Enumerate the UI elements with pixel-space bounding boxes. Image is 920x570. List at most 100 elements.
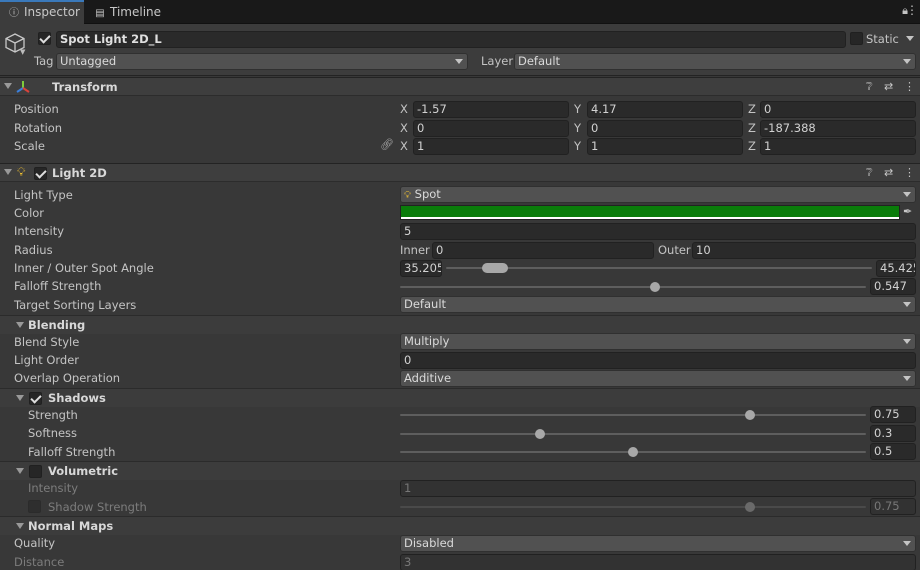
light2d-enabled-checkbox[interactable] <box>34 167 47 180</box>
volumetric-title: Volumetric <box>48 464 119 478</box>
axis-x-label[interactable]: X <box>400 102 408 116</box>
intensity-label: Intensity <box>14 224 65 238</box>
axis-y-label[interactable]: Y <box>574 102 581 116</box>
gameobject-header: ▼ Spot Light 2D_L Static Tag Untagged La… <box>0 24 920 76</box>
target-sorting-layers-dropdown[interactable]: Default <box>400 296 916 313</box>
gameobject-name-field[interactable]: Spot Light 2D_L <box>56 31 846 48</box>
tag-value: Untagged <box>60 54 117 68</box>
tag-label: Tag <box>34 54 54 68</box>
layer-dropdown[interactable]: Default <box>514 53 916 70</box>
light-order-field[interactable]: 0 <box>400 352 916 369</box>
overlap-operation-label: Overlap Operation <box>14 371 121 385</box>
volumetric-enabled-checkbox[interactable] <box>29 465 42 478</box>
axis-z-label[interactable]: Z <box>748 121 756 135</box>
rotation-y-field[interactable]: 0 <box>587 120 743 137</box>
overlap-operation-dropdown[interactable]: Additive <box>400 370 916 387</box>
volumetric-shadows-checkbox <box>28 500 41 513</box>
presets-icon[interactable]: ⇄ <box>884 80 893 93</box>
rotation-x-field[interactable]: 0 <box>413 120 569 137</box>
inner-radius-label[interactable]: Inner <box>400 243 430 257</box>
film-icon: ▤ <box>95 8 105 19</box>
spot-angle-label: Inner / Outer Spot Angle <box>14 261 154 275</box>
component-menu-icon[interactable]: ⋮ <box>904 166 915 179</box>
more-menu-icon[interactable]: ⋮ <box>906 3 918 17</box>
rotation-z-field[interactable]: -187.388 <box>760 120 916 137</box>
light2d-header[interactable]: 💡︎ Light 2D ❔︎ ⇄ ⋮ <box>0 163 920 182</box>
chevron-down-icon <box>903 376 911 381</box>
position-z-field[interactable]: 0 <box>760 101 916 118</box>
axis-y-label[interactable]: Y <box>574 121 581 135</box>
help-icon[interactable]: ❔︎ <box>866 80 873 94</box>
shadow-strength-slider-track[interactable] <box>400 414 866 416</box>
shadow-falloff-slider-knob[interactable] <box>628 447 638 457</box>
help-icon[interactable]: ❔︎ <box>866 166 873 180</box>
outer-radius-field[interactable]: 10 <box>692 242 916 259</box>
volumetric-foldout[interactable]: Volumetric <box>0 461 920 480</box>
shadow-softness-field[interactable]: 0.3 <box>870 425 916 442</box>
shadows-foldout[interactable]: Shadows <box>0 388 920 407</box>
spot-outer-angle-field[interactable]: 45.425 <box>876 260 916 277</box>
normal-maps-quality-label: Quality <box>14 536 56 550</box>
blend-style-value: Multiply <box>404 334 450 348</box>
static-dropdown-arrow-icon[interactable] <box>906 36 914 41</box>
transform-axes-icon <box>16 81 30 93</box>
spot-angle-minmax-thumb[interactable] <box>482 263 508 273</box>
shadows-title: Shadows <box>48 391 106 405</box>
scale-z-field[interactable]: 1 <box>760 138 916 155</box>
axis-z-label[interactable]: Z <box>748 139 756 153</box>
layer-label: Layer <box>481 54 514 68</box>
foldout-arrow-icon[interactable] <box>16 523 24 529</box>
icon-dropdown-arrow-icon[interactable]: ▼ <box>20 48 25 56</box>
blending-foldout[interactable]: Blending <box>0 315 920 334</box>
transform-header[interactable]: Transform ❔︎ ⇄ ⋮ <box>0 77 920 96</box>
foldout-arrow-icon[interactable] <box>16 395 24 401</box>
spot-inner-angle-field[interactable]: 35.205 <box>400 260 442 277</box>
blend-style-dropdown[interactable]: Multiply <box>400 333 916 350</box>
foldout-arrow-icon[interactable] <box>16 322 24 328</box>
falloff-strength-field[interactable]: 0.547 <box>870 278 916 295</box>
shadows-enabled-checkbox[interactable] <box>29 392 42 405</box>
static-checkbox[interactable] <box>850 32 863 45</box>
scale-x-field[interactable]: 1 <box>413 138 569 155</box>
normal-maps-quality-dropdown[interactable]: Disabled <box>400 535 916 552</box>
foldout-arrow-icon[interactable] <box>16 468 24 474</box>
gameobject-active-checkbox[interactable] <box>38 32 51 45</box>
outer-radius-label[interactable]: Outer <box>658 243 691 257</box>
chevron-down-icon <box>903 302 911 307</box>
component-menu-icon[interactable]: ⋮ <box>904 80 915 93</box>
normal-maps-distance-field: 3 <box>400 554 916 570</box>
constrain-proportions-link-icon[interactable]: 🔗︎ <box>380 138 394 151</box>
foldout-arrow-icon[interactable] <box>4 169 12 175</box>
position-x-field[interactable]: -1.57 <box>413 101 569 118</box>
eyedropper-icon[interactable]: ✒ <box>903 205 912 218</box>
window-tab-bar: ⓘ Inspector ▤ Timeline 🔒︎ ⋮ <box>0 0 920 24</box>
scale-y-field[interactable]: 1 <box>587 138 743 155</box>
shadow-falloff-field[interactable]: 0.5 <box>870 443 916 460</box>
blend-style-label: Blend Style <box>14 335 80 349</box>
shadow-strength-field[interactable]: 0.75 <box>870 406 916 423</box>
shadow-softness-slider-knob[interactable] <box>534 429 545 439</box>
normal-maps-foldout[interactable]: Normal Maps <box>0 516 920 535</box>
tab-inspector[interactable]: ⓘ Inspector <box>0 0 84 24</box>
inner-radius-field[interactable]: 0 <box>432 242 654 259</box>
axis-z-label[interactable]: Z <box>748 102 756 116</box>
intensity-field[interactable]: 5 <box>400 223 916 240</box>
axis-x-label[interactable]: X <box>400 139 408 153</box>
axis-y-label[interactable]: Y <box>574 139 581 153</box>
shadow-softness-label: Softness <box>28 426 78 440</box>
light-type-value: Spot <box>414 187 441 201</box>
axis-x-label[interactable]: X <box>400 121 408 135</box>
presets-icon[interactable]: ⇄ <box>884 166 893 179</box>
position-y-field[interactable]: 4.17 <box>587 101 743 118</box>
shadow-softness-slider-track[interactable] <box>400 433 866 435</box>
color-field[interactable] <box>400 205 900 220</box>
light-type-dropdown[interactable]: 💡︎ Spot <box>400 186 916 203</box>
falloff-strength-slider-knob[interactable] <box>649 282 660 292</box>
tag-dropdown[interactable]: Untagged <box>56 53 468 70</box>
falloff-strength-slider-track[interactable] <box>400 286 866 288</box>
foldout-arrow-icon[interactable] <box>4 83 12 89</box>
target-sorting-layers-label: Target Sorting Layers <box>14 298 137 312</box>
tab-timeline[interactable]: ▤ Timeline <box>86 0 166 24</box>
spot-angle-minmax-track[interactable] <box>446 267 872 269</box>
shadow-strength-slider-knob[interactable] <box>744 410 755 420</box>
